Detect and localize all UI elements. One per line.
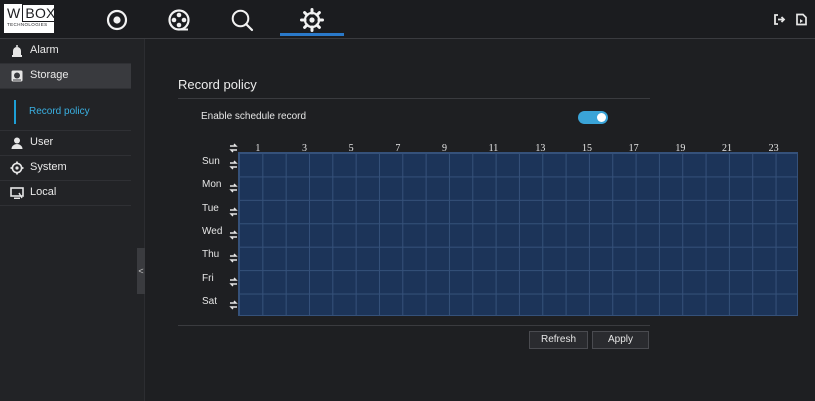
exit-icon[interactable] [795,13,808,26]
sidebar-item-label: Alarm [30,44,59,56]
row-select-arrows-icon[interactable] [229,300,238,310]
hour-label: 1 [255,143,261,154]
alarm-icon [10,44,24,58]
toggle-knob [597,113,606,122]
logout-icon[interactable] [773,13,786,26]
sidebar-item-user[interactable]: User [0,131,131,156]
hour-label: 23 [768,143,779,154]
bottom-divider [178,325,650,326]
hour-label: 7 [395,143,401,154]
day-label: Sun [202,155,220,167]
hour-label: 15 [582,143,592,154]
apply-button[interactable]: Apply [592,331,649,349]
main-content: Record policy Enable schedule record 135… [145,39,815,401]
sidebar-item-local[interactable]: Local [0,181,131,206]
sidebar-item-storage[interactable]: Storage [0,64,131,89]
day-label: Thu [202,249,220,261]
logo-box-text: BOX [22,4,59,22]
monitor-icon [10,186,24,200]
playback-icon[interactable] [166,7,192,33]
row-select-arrows-icon[interactable] [229,183,238,193]
sidebar-item-label: Storage [30,69,69,81]
page-title: Record policy [178,77,257,92]
top-bar: W BOX TECHNOLOGIES [0,0,815,39]
settings-icon[interactable] [299,7,325,33]
row-select-arrows-icon[interactable] [229,253,238,263]
hour-label: 19 [675,143,686,154]
sidebar-item-alarm[interactable]: Alarm [0,39,131,64]
sidebar: Alarm Storage Record policy User System … [0,39,145,401]
search-icon[interactable] [229,7,255,33]
row-select-arrows-icon[interactable] [229,160,238,170]
hour-label: 21 [722,143,732,154]
hour-label: 17 [628,143,639,154]
title-divider [178,98,650,99]
sidebar-subitem-record-policy[interactable]: Record policy [0,94,131,131]
logo-letter-w: W [7,5,21,21]
sidebar-item-label: User [30,136,54,148]
live-view-icon[interactable] [104,7,130,33]
hour-label: 9 [442,143,447,154]
day-label: Fri [202,272,214,284]
enable-schedule-toggle[interactable] [578,111,608,124]
day-label: Tue [202,202,219,214]
enable-schedule-label: Enable schedule record [201,111,307,122]
active-tab-indicator [280,33,344,36]
row-select-arrows-icon[interactable] [229,230,238,240]
storage-icon [10,69,24,83]
day-label: Sat [202,296,218,308]
row-select-arrows-icon[interactable] [229,207,238,217]
sidebar-collapse-handle[interactable]: < [137,248,145,294]
sidebar-subitem-label: Record policy [29,106,90,117]
logo-tagline: TECHNOLOGIES [7,22,48,27]
refresh-button[interactable]: Refresh [529,331,588,349]
wbox-logo: W BOX TECHNOLOGIES [4,4,59,33]
user-icon [10,136,24,150]
hour-label: 13 [535,143,546,154]
schedule-grid[interactable] [238,152,798,316]
select-all-arrows-icon[interactable] [229,143,238,153]
day-label: Mon [202,179,222,191]
hour-label: 3 [302,143,307,154]
system-gear-icon [10,161,24,175]
active-subitem-marker [14,100,16,124]
sidebar-item-label: Local [30,186,57,198]
sidebar-item-system[interactable]: System [0,156,131,181]
sidebar-item-label: System [30,161,67,173]
hour-label: 5 [348,143,354,154]
row-select-arrows-icon[interactable] [229,277,238,287]
hour-label: 11 [488,143,499,154]
day-label: Wed [202,226,223,237]
